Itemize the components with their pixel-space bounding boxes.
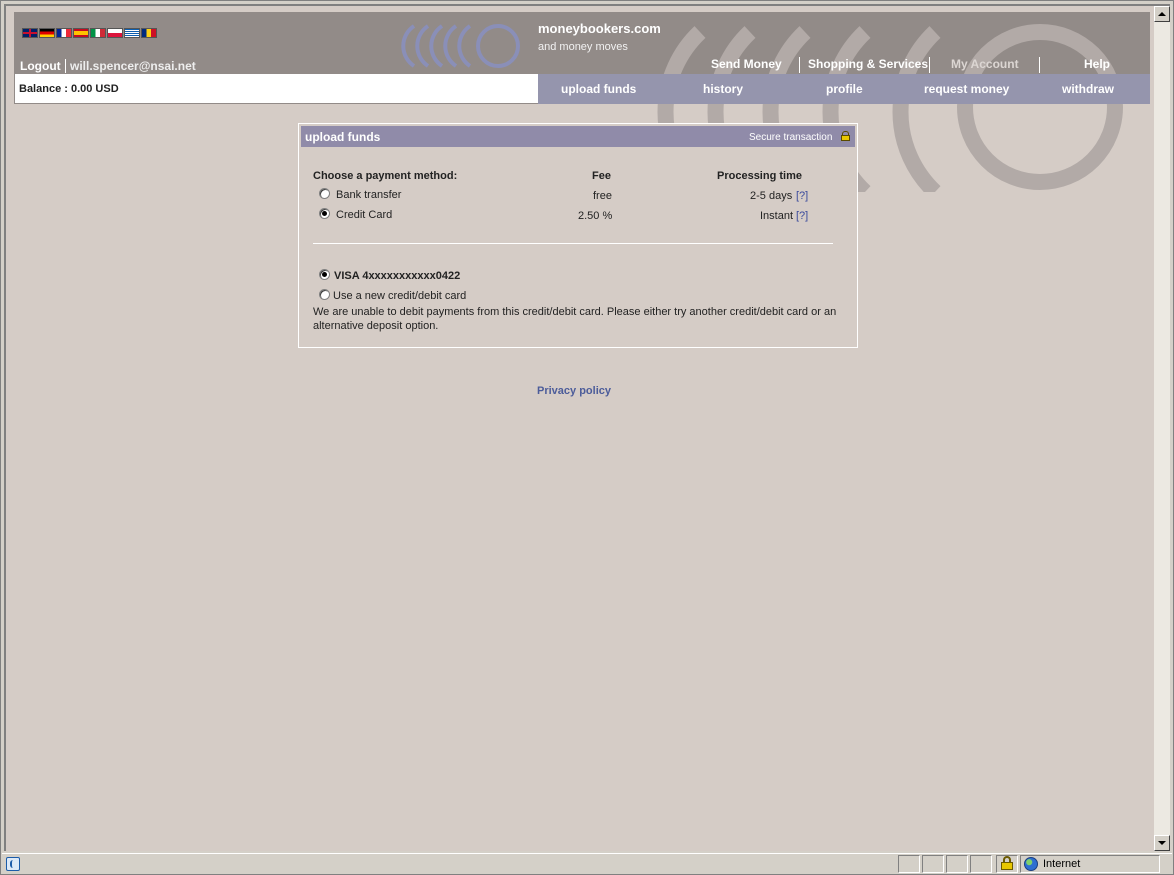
tab-upload-funds[interactable]: upload funds: [561, 82, 636, 96]
choose-method-label: Choose a payment method:: [313, 170, 458, 182]
secure-lock-icon: [1001, 856, 1013, 870]
tab-request-money[interactable]: request money: [924, 82, 1009, 96]
status-bar: Internet: [2, 853, 1172, 873]
section-divider: [313, 243, 833, 244]
nav-separator: [799, 57, 800, 73]
method-time: 2-5 days: [750, 190, 793, 202]
processing-time-header: Processing time: [717, 170, 802, 182]
brand-name: moneybookers.com: [538, 21, 661, 36]
nav-send-money[interactable]: Send Money: [711, 57, 782, 71]
saved-card-radio[interactable]: [319, 269, 330, 280]
method-label: Bank transfer: [336, 189, 402, 201]
nav-separator: [929, 57, 930, 73]
zone-cell: [1020, 855, 1160, 873]
flag-en-icon[interactable]: [22, 28, 38, 38]
status-cell: [946, 855, 968, 873]
method-time: Instant: [760, 210, 794, 222]
scroll-down-button[interactable]: [1154, 835, 1170, 851]
arrow-down-icon: [1158, 841, 1166, 845]
lock-icon: [841, 131, 850, 141]
arrow-up-icon: [1158, 12, 1166, 16]
flag-es-icon[interactable]: [73, 28, 89, 38]
flag-gr-icon[interactable]: [124, 28, 140, 38]
account-tabs: upload funds history profile request mon…: [538, 74, 1150, 104]
balance-bar: Balance : 0.00 USD: [14, 74, 538, 104]
error-message: We are unable to debit payments from thi…: [313, 306, 837, 332]
bank-transfer-radio[interactable]: [319, 188, 330, 199]
method-label: Credit Card: [336, 209, 393, 221]
globe-icon: [1024, 857, 1038, 871]
flag-fr-icon[interactable]: [56, 28, 72, 38]
nav-shopping-services[interactable]: Shopping & Services: [808, 57, 928, 71]
saved-card-label: VISA 4xxxxxxxxxxx0422: [334, 270, 461, 282]
upload-funds-panel: upload funds Secure transaction Choose a…: [298, 123, 858, 348]
flag-it-icon[interactable]: [90, 28, 106, 38]
panel-title: upload funds: [305, 130, 381, 144]
tab-history[interactable]: history: [703, 82, 743, 96]
help-link[interactable]: [?]: [796, 210, 808, 222]
fee-header: Fee: [592, 170, 611, 182]
moneybookers-logo-icon: [401, 24, 520, 68]
status-cell: [970, 855, 992, 873]
zone-label: Internet: [1043, 858, 1081, 870]
help-link[interactable]: [?]: [796, 190, 808, 202]
method-fee: free: [593, 190, 612, 202]
privacy-policy-link[interactable]: Privacy policy: [537, 385, 611, 397]
brand-tagline: and money moves: [538, 41, 628, 53]
flag-ro-icon[interactable]: [141, 28, 157, 38]
status-cell: [922, 855, 944, 873]
language-flags: [22, 28, 157, 38]
page-icon: [6, 857, 20, 871]
flag-de-icon[interactable]: [39, 28, 55, 38]
method-fee: 2.50 %: [578, 210, 613, 222]
scroll-up-button[interactable]: [1154, 6, 1170, 22]
new-card-label: Use a new credit/debit card: [333, 290, 467, 302]
user-email: will.spencer@nsai.net: [70, 59, 196, 73]
credit-card-radio[interactable]: [319, 208, 330, 219]
status-cell: [898, 855, 920, 873]
nav-my-account[interactable]: My Account: [951, 57, 1019, 71]
tab-profile[interactable]: profile: [826, 82, 863, 96]
new-card-radio[interactable]: [319, 289, 330, 300]
panel-header: upload funds Secure transaction: [301, 126, 855, 147]
flag-pl-icon[interactable]: [107, 28, 123, 38]
balance-text: Balance : 0.00 USD: [19, 83, 119, 95]
tab-withdraw[interactable]: withdraw: [1062, 82, 1114, 96]
nav-separator: [1039, 57, 1040, 73]
secure-transaction-label: Secure transaction: [749, 132, 833, 143]
nav-help[interactable]: Help: [1084, 57, 1110, 71]
vertical-scrollbar[interactable]: [1154, 4, 1170, 851]
logout-link[interactable]: Logout: [20, 59, 66, 73]
